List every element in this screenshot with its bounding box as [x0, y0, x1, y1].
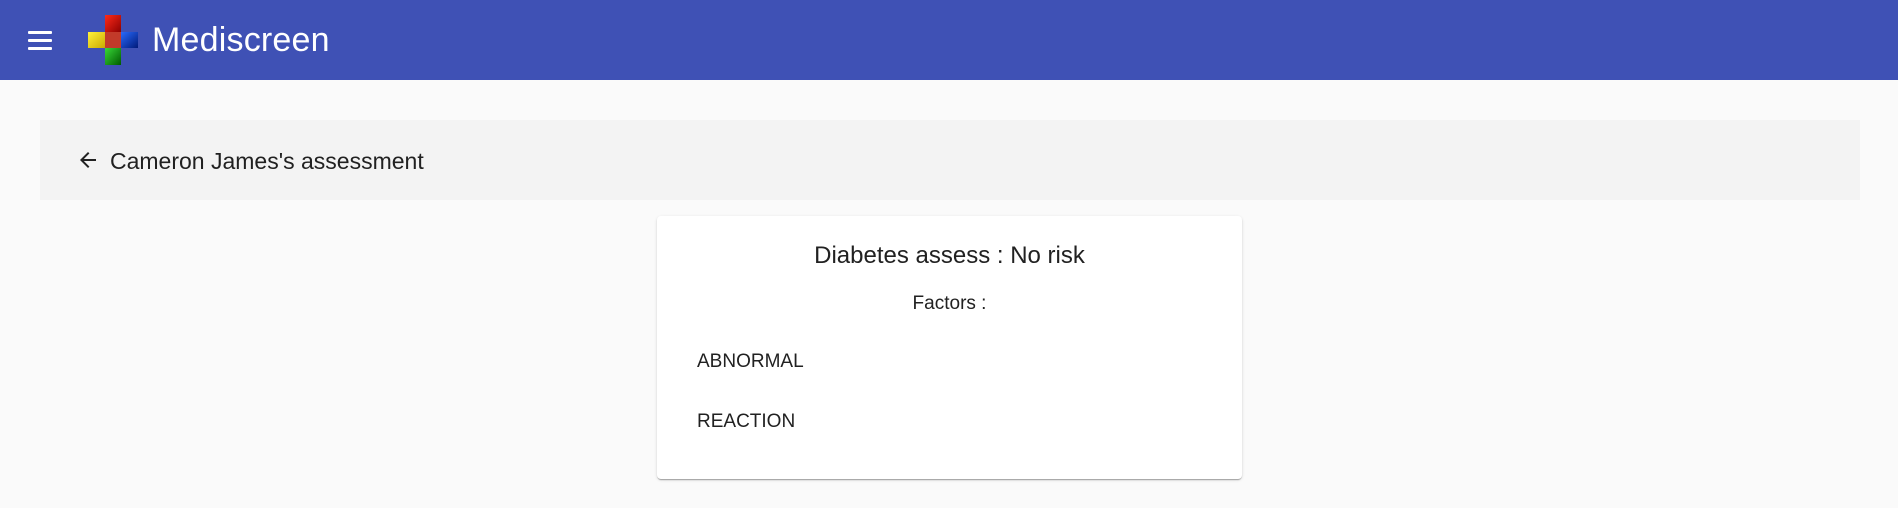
factor-item: REACTION — [697, 411, 796, 432]
factor-item: ABNORMAL — [697, 351, 804, 372]
arrow-back-icon[interactable] — [68, 140, 108, 180]
medical-cross-logo[interactable] — [88, 15, 138, 65]
top-toolbar: Mediscreen — [0, 0, 1898, 80]
page-header: Cameron James's assessment — [40, 120, 1860, 200]
assessment-title: Diabetes assess : No risk — [814, 242, 1085, 269]
menu-icon[interactable] — [22, 22, 58, 58]
menu-icon-bar — [28, 38, 52, 42]
medical-cross-logo-icon — [88, 15, 138, 65]
arrow-back-icon-glyph — [80, 152, 96, 168]
app-title: Mediscreen — [152, 21, 330, 59]
factor-list: ABNORMAL REACTION — [697, 350, 804, 470]
factors-label: Factors : — [912, 293, 987, 314]
menu-icon-bar — [28, 30, 52, 34]
page-title: Cameron James's assessment — [110, 148, 424, 174]
assessment-card: Diabetes assess : No risk Factors : ABNO… — [657, 216, 1242, 479]
menu-icon-bar — [28, 46, 52, 50]
